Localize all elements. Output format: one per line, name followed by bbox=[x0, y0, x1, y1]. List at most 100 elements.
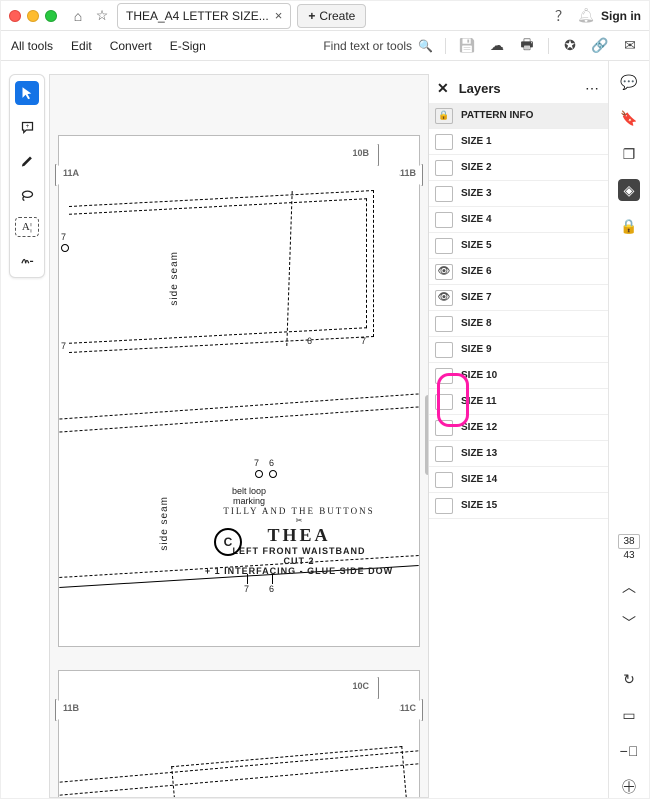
sign-tool[interactable] bbox=[15, 247, 39, 271]
layer-row[interactable]: SIZE 13 bbox=[429, 441, 609, 467]
layer-name: SIZE 2 bbox=[461, 162, 492, 173]
layer-row[interactable]: SIZE 5 bbox=[429, 233, 609, 259]
pages-panel-icon[interactable]: ❐ bbox=[618, 143, 640, 165]
layers-panel: ✕ Layers ⋯ PATTERN INFOSIZE 1SIZE 2SIZE … bbox=[428, 74, 609, 798]
belt-loop-label: belt loop marking bbox=[219, 486, 279, 506]
mark-7: 7 bbox=[254, 458, 259, 468]
visibility-toggle[interactable] bbox=[435, 134, 453, 150]
layer-row[interactable]: SIZE 6 bbox=[429, 259, 609, 285]
share-icon[interactable]: ✪ bbox=[561, 37, 579, 54]
layer-row[interactable]: SIZE 10 bbox=[429, 363, 609, 389]
visibility-toggle[interactable] bbox=[435, 316, 453, 332]
menu-convert[interactable]: Convert bbox=[110, 39, 152, 53]
side-seam-label-2: side seam bbox=[159, 496, 170, 551]
save-icon[interactable]: 💾︎ bbox=[458, 37, 476, 54]
window-close[interactable] bbox=[9, 10, 21, 22]
visibility-toggle[interactable] bbox=[435, 446, 453, 462]
layer-name: SIZE 7 bbox=[461, 292, 492, 303]
brand-label: TILLY AND THE BUTTONS bbox=[189, 506, 409, 516]
layer-name: SIZE 12 bbox=[461, 422, 497, 433]
menu-right: Find text or tools 🔍 💾︎ ☁︎ 🖶 ✪ 🔗 ✉ bbox=[323, 34, 639, 58]
document-tab[interactable]: THEA_A4 LETTER SIZE... × bbox=[117, 3, 291, 29]
menu-edit[interactable]: Edit bbox=[71, 39, 92, 53]
cloud-upload-icon[interactable]: ☁︎ bbox=[488, 37, 506, 54]
layer-row[interactable]: SIZE 3 bbox=[429, 181, 609, 207]
menu-all-tools[interactable]: All tools bbox=[11, 39, 53, 53]
page-down-icon[interactable]: ﹀ bbox=[618, 612, 640, 634]
layers-close-icon[interactable]: ✕ bbox=[437, 80, 449, 97]
sign-in-button[interactable]: Sign in bbox=[601, 9, 641, 23]
tab-close-icon[interactable]: × bbox=[275, 8, 283, 23]
rotate-icon[interactable]: ↻ bbox=[618, 668, 640, 690]
pattern-outline-p2 bbox=[171, 746, 409, 798]
mark-circle bbox=[269, 470, 277, 478]
visibility-toggle[interactable] bbox=[435, 290, 453, 306]
link-icon[interactable]: 🔗 bbox=[591, 37, 609, 54]
layers-more-icon[interactable]: ⋯ bbox=[585, 80, 601, 97]
notch-11a-label: 11A bbox=[63, 168, 79, 178]
layer-name: SIZE 13 bbox=[461, 448, 497, 459]
menu-esign[interactable]: E-Sign bbox=[170, 39, 206, 53]
visibility-toggle[interactable] bbox=[435, 238, 453, 254]
pattern-outline-upper-inner bbox=[69, 198, 367, 344]
window-maximize[interactable] bbox=[45, 10, 57, 22]
layer-row[interactable]: PATTERN INFO bbox=[429, 103, 609, 129]
lock-icon[interactable] bbox=[435, 108, 453, 124]
layer-row[interactable]: SIZE 11 bbox=[429, 389, 609, 415]
star-icon[interactable]: ☆ bbox=[93, 7, 111, 24]
create-button[interactable]: Create bbox=[297, 4, 366, 28]
select-tool[interactable] bbox=[15, 81, 39, 105]
bookmarks-panel-icon[interactable]: 🔖 bbox=[618, 107, 640, 129]
layer-list[interactable]: PATTERN INFOSIZE 1 SIZE 2 SIZE 3 SIZE 4 SIZE… bbox=[429, 103, 609, 798]
comments-panel-icon[interactable]: 💬 bbox=[618, 71, 640, 93]
visibility-toggle[interactable] bbox=[435, 420, 453, 436]
layer-row[interactable]: SIZE 12 bbox=[429, 415, 609, 441]
find-button[interactable]: Find text or tools 🔍 bbox=[323, 39, 433, 53]
visibility-toggle[interactable] bbox=[435, 394, 453, 410]
visibility-toggle[interactable] bbox=[435, 160, 453, 176]
mark-7: 7 bbox=[61, 232, 66, 242]
visibility-toggle[interactable] bbox=[435, 212, 453, 228]
layer-row[interactable]: SIZE 1 bbox=[429, 129, 609, 155]
pattern-cut: CUT 2 bbox=[189, 556, 409, 566]
document-stage[interactable]: 11A 10B 11B side seam 7 7 6 7 side seam … bbox=[49, 74, 429, 798]
lasso-tool[interactable] bbox=[15, 183, 39, 207]
highlight-tool[interactable] bbox=[15, 149, 39, 173]
bell-icon[interactable]: 🔔︎ bbox=[577, 7, 595, 24]
layer-row[interactable]: SIZE 14 bbox=[429, 467, 609, 493]
layer-name: SIZE 9 bbox=[461, 344, 492, 355]
visibility-toggle[interactable] bbox=[435, 264, 453, 280]
document-tab-title: THEA_A4 LETTER SIZE... bbox=[126, 9, 269, 23]
text-select-tool[interactable]: A¦ bbox=[15, 217, 39, 237]
visibility-toggle[interactable] bbox=[435, 368, 453, 384]
visibility-toggle[interactable] bbox=[435, 472, 453, 488]
zoom-in-icon[interactable]: ＋⃝ bbox=[618, 776, 640, 798]
find-label: Find text or tools bbox=[323, 39, 412, 53]
layer-row[interactable]: SIZE 4 bbox=[429, 207, 609, 233]
search-icon: 🔍 bbox=[418, 39, 433, 53]
layer-row[interactable]: SIZE 2 bbox=[429, 155, 609, 181]
layer-row[interactable]: SIZE 9 bbox=[429, 337, 609, 363]
mark-6: 6 bbox=[269, 584, 274, 594]
mark-7: 7 bbox=[361, 336, 366, 346]
layer-name: SIZE 4 bbox=[461, 214, 492, 225]
window-minimize[interactable] bbox=[27, 10, 39, 22]
fit-page-icon[interactable]: ▭ bbox=[618, 704, 640, 726]
layer-row[interactable]: SIZE 15 bbox=[429, 493, 609, 519]
visibility-toggle[interactable] bbox=[435, 342, 453, 358]
mail-icon[interactable]: ✉ bbox=[621, 37, 639, 54]
layer-name: SIZE 6 bbox=[461, 266, 492, 277]
print-icon[interactable]: 🖶 bbox=[518, 34, 536, 58]
help-icon[interactable]: ？ bbox=[553, 6, 571, 26]
comment-tool[interactable]: + bbox=[15, 115, 39, 139]
visibility-toggle[interactable] bbox=[435, 498, 453, 514]
visibility-toggle[interactable] bbox=[435, 186, 453, 202]
current-page[interactable]: 38 bbox=[618, 534, 639, 549]
lock-icon[interactable]: 🔒 bbox=[618, 215, 640, 237]
layer-row[interactable]: SIZE 8 bbox=[429, 311, 609, 337]
layer-row[interactable]: SIZE 7 bbox=[429, 285, 609, 311]
layers-panel-icon[interactable]: ◈ bbox=[618, 179, 640, 201]
zoom-out-icon[interactable]: −⃝ bbox=[618, 740, 640, 762]
page-up-icon[interactable]: ︿ bbox=[618, 576, 640, 598]
home-icon[interactable]: ⌂ bbox=[69, 8, 87, 24]
